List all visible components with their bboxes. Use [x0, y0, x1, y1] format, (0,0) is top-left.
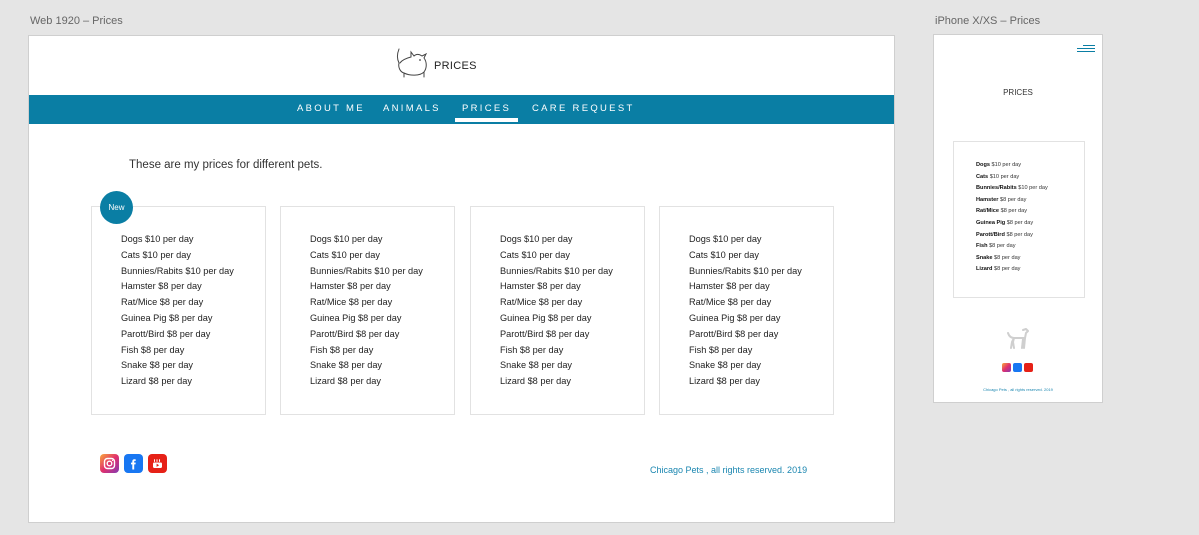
price-item: Cats $10 per day — [121, 249, 191, 260]
price-item: Dogs $10 per day — [976, 162, 1022, 168]
price-item: Lizard $8 per day — [500, 376, 571, 387]
price-item: Rat/Mice $8 per day — [121, 297, 204, 308]
dog-icon — [1007, 328, 1029, 349]
price-item: Parott/Bird $8 per day — [121, 328, 211, 339]
facebook-icon[interactable] — [1013, 363, 1022, 372]
price-item: Hamster $8 per day — [689, 281, 770, 292]
price-item: Fish $8 per day — [310, 344, 374, 355]
facebook-icon[interactable] — [124, 454, 143, 473]
price-item: Fish $8 per day — [976, 243, 1016, 250]
price-card: Dogs $10 per day Cats $10 per day Bunnie… — [659, 206, 834, 415]
price-item: Hamster $8 per day — [310, 281, 391, 292]
price-item: Parott/Bird $8 per day — [500, 328, 590, 339]
price-item: Hamster $8 per day — [500, 281, 581, 292]
nav-item-about-me[interactable]: ABOUT ME — [297, 103, 365, 114]
price-item: Hamster $8 per day — [121, 281, 202, 292]
price-item: Cats $10 per day — [500, 249, 570, 260]
price-item: Dogs $10 per day — [310, 234, 383, 244]
youtube-icon[interactable] — [1024, 363, 1033, 372]
price-item: Parott/Bird $8 per day — [310, 328, 400, 339]
instagram-icon[interactable] — [100, 454, 119, 473]
price-item: Guinea Pig $8 per day — [121, 312, 213, 323]
price-item: Lizard $8 per day — [310, 376, 381, 387]
price-card: Dogs $10 per day Cats $10 per day Bunnie… — [91, 206, 266, 415]
price-item: Bunnies/Rabits $10 per day — [500, 265, 613, 276]
price-item: Dogs $10 per day — [500, 234, 573, 244]
price-item: Dogs $10 per day — [121, 234, 194, 244]
price-item: Guinea Pig $8 per day — [976, 219, 1034, 226]
instagram-icon[interactable] — [1002, 363, 1011, 372]
artboard-label-phone: iPhone X/XS – Prices — [935, 15, 1041, 27]
price-item: Bunnies/Rabits $10 per day — [310, 265, 423, 276]
page-title: PRICES — [1003, 88, 1033, 97]
web-artboard: PRICES ABOUT ME ANIMALS PRICES CARE REQU… — [28, 35, 895, 523]
price-item: Snake $8 per day — [689, 360, 762, 371]
main-nav: ABOUT ME ANIMALS PRICES CARE REQUEST — [29, 95, 894, 124]
price-item: Snake $8 per day — [121, 360, 194, 371]
nav-item-animals[interactable]: ANIMALS — [383, 103, 441, 114]
price-list: Dogs $10 per day Cats $10 per day Bunnie… — [121, 232, 234, 390]
price-item: Bunnies/Rabits $10 per day — [689, 265, 802, 276]
price-item: Guinea Pig $8 per day — [500, 312, 592, 323]
artboard-label-web: Web 1920 – Prices — [30, 15, 123, 27]
price-item: Parott/Bird $8 per day — [689, 328, 779, 339]
price-item: Guinea Pig $8 per day — [310, 312, 402, 323]
price-item: Parott/Bird $8 per day — [976, 231, 1033, 238]
intro-text: These are my prices for different pets. — [129, 159, 323, 171]
price-item: Fish $8 per day — [500, 344, 564, 355]
copyright-text: Chicago Pets , all rights reserved. 2019 — [650, 465, 808, 475]
price-item: Cats $10 per day — [310, 249, 380, 260]
nav-item-prices[interactable]: PRICES — [454, 103, 519, 122]
hamburger-menu-icon[interactable] — [1077, 45, 1095, 54]
price-card: Dogs $10 per day Cats $10 per day Bunnie… — [470, 206, 645, 415]
social-links — [100, 454, 167, 473]
price-item: Rat/Mice $8 per day — [689, 297, 772, 308]
price-item: Snake $8 per day — [500, 360, 573, 371]
copyright-text: Chicago Pets , all rights reserved. 2019 — [983, 387, 1053, 392]
price-list: Dogs $10 per day Cats $10 per day Bunnie… — [689, 232, 802, 390]
price-item: Cats $10 per day — [689, 249, 759, 260]
youtube-icon[interactable] — [148, 454, 167, 473]
price-list: Dogs $10 per day Cats $10 per day Bunnie… — [500, 232, 613, 390]
phone-artboard: PRICES Dogs $10 per day Cats $10 per day… — [933, 34, 1103, 403]
price-item: Fish $8 per day — [689, 344, 753, 355]
price-card: Dogs $10 per day Cats $10 per day Bunnie… — [280, 206, 455, 415]
price-card: Dogs $10 per day Cats $10 per day Bunnie… — [953, 141, 1085, 298]
price-item: Rat/Mice $8 per day — [500, 297, 583, 308]
price-item: Rat/Mice $8 per day — [976, 208, 1028, 215]
price-item: Lizard $8 per day — [976, 266, 1021, 273]
price-item: Lizard $8 per day — [121, 376, 192, 387]
cat-logo-icon — [397, 48, 428, 78]
price-item: Guinea Pig $8 per day — [689, 312, 781, 323]
logo-title: PRICES — [434, 60, 477, 72]
price-item: Hamster $8 per day — [976, 196, 1027, 203]
price-item: Fish $8 per day — [121, 344, 185, 355]
price-item: Lizard $8 per day — [689, 376, 760, 387]
price-item: Rat/Mice $8 per day — [310, 297, 393, 308]
price-item: Bunnies/Rabits $10 per day — [121, 265, 234, 276]
price-item: Dogs $10 per day — [689, 234, 762, 244]
price-item: Snake $8 per day — [976, 254, 1021, 261]
price-list: Dogs $10 per day Cats $10 per day Bunnie… — [310, 232, 423, 390]
price-list: Dogs $10 per day Cats $10 per day Bunnie… — [976, 160, 1048, 276]
price-item: Bunnies/Rabits $10 per day — [976, 185, 1048, 192]
price-item: Cats $10 per day — [976, 173, 1020, 180]
social-links — [1002, 363, 1033, 372]
price-item: Snake $8 per day — [310, 360, 383, 371]
new-badge: New — [100, 191, 133, 224]
nav-item-care-request[interactable]: CARE REQUEST — [532, 103, 635, 114]
header: PRICES — [29, 36, 894, 95]
